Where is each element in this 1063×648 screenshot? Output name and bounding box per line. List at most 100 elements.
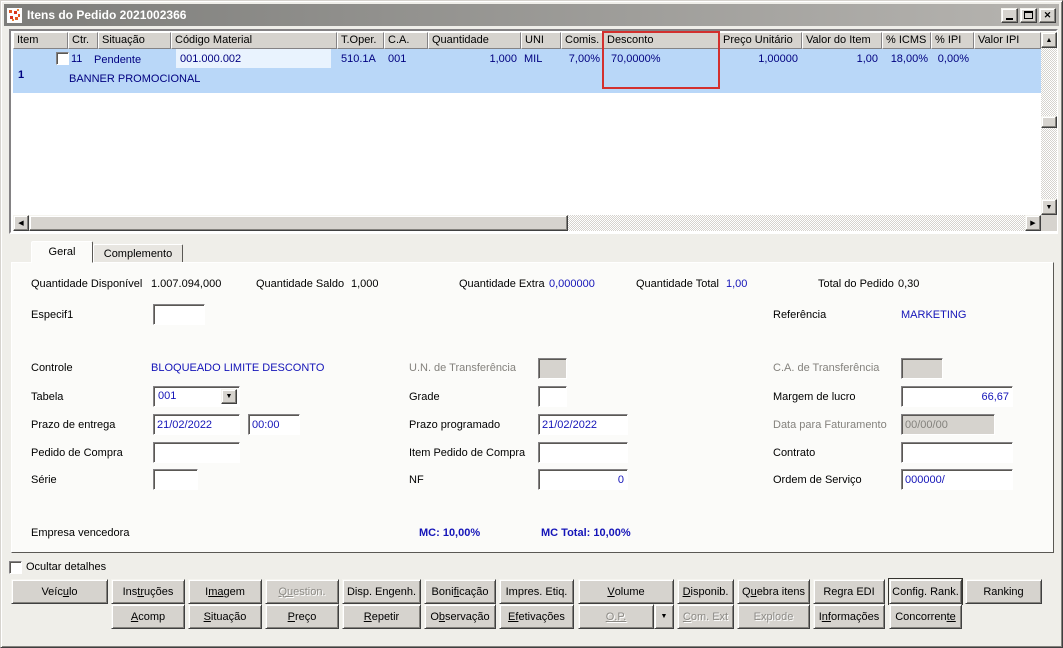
label-empresa-vencedora: Empresa vencedora	[31, 527, 130, 539]
tab-complemento[interactable]: Complemento	[93, 244, 183, 263]
cell-preco-unitario: 1,00000	[758, 53, 798, 65]
column-header-ca[interactable]: C.A.	[384, 32, 428, 49]
vertical-scrollbar[interactable]: ▲ ▼	[1041, 32, 1057, 215]
config-rank-button[interactable]: Config. Rank.	[889, 579, 962, 604]
column-header-uni[interactable]: UNI	[521, 32, 561, 49]
column-header-desconto[interactable]: Desconto	[603, 32, 719, 49]
question-button: Qu estion.	[265, 579, 339, 604]
close-button[interactable]: ✕	[1039, 7, 1056, 23]
scroll-up-button[interactable]: ▲	[1041, 32, 1057, 48]
instrucoes-button[interactable]: Ins tr uções	[111, 579, 185, 604]
label-total-do-pedido: Total do Pedido	[818, 278, 894, 290]
chevron-down-icon: ▼	[660, 613, 668, 620]
cell-uni: MIL	[524, 53, 543, 65]
label-quantidade-total: Quantidade Total	[636, 278, 719, 290]
vertical-scroll-thumb[interactable]	[1041, 116, 1057, 128]
cell-valor-item: 1,00	[856, 53, 878, 65]
column-header-item[interactable]: Item	[13, 32, 68, 49]
label-serie: Série	[31, 474, 57, 486]
disponib-button[interactable]: Disponib.	[677, 579, 734, 604]
preco-button[interactable]: Preço	[265, 604, 339, 629]
impres-etiq-button[interactable]: Impres. Etiq.	[499, 579, 574, 604]
app-icon	[7, 7, 22, 23]
label-ordem-servico: Ordem de Serviço	[773, 474, 862, 486]
label-un-transferencia: U.N. de Transferência	[409, 362, 516, 374]
cell-descricao: BANNER PROMOCIONAL	[69, 73, 201, 85]
tabela-combobox[interactable]: 001 ▼	[153, 386, 240, 407]
prazo-entrega-time-field[interactable]	[248, 414, 300, 435]
veiculo-button[interactable]: Veíc u lo	[11, 579, 108, 604]
explode-button: Explode	[737, 604, 810, 629]
label-nf: NF	[409, 474, 424, 486]
observacao-button[interactable]: Ob servação	[424, 604, 496, 629]
prazo-programado-field[interactable]	[538, 414, 628, 435]
scroll-right-button[interactable]: ▶	[1025, 215, 1041, 231]
value-quantidade-disponivel: 1.007.094,000	[151, 278, 222, 290]
column-header-ipi[interactable]: % IPI	[931, 32, 974, 49]
column-header-situacao[interactable]: Situação	[98, 32, 171, 49]
column-header-codigo-material[interactable]: Código Material	[171, 32, 337, 49]
ocultar-detalhes-checkbox[interactable]	[9, 561, 22, 574]
scrollbar-corner	[1041, 215, 1057, 231]
quebra-itens-button[interactable]: Qu ebra itens	[737, 579, 810, 604]
especif1-field[interactable]	[153, 304, 205, 325]
regra-edi-button[interactable]: Re g ra EDI	[813, 579, 885, 604]
column-header-toper[interactable]: T.Oper.	[337, 32, 384, 49]
ranking-button[interactable]: Ranking	[965, 579, 1042, 604]
column-header-preco-unitario[interactable]: Preço Unitário	[719, 32, 802, 49]
concorrente-button[interactable]: Concorren te	[889, 604, 962, 629]
maximize-button[interactable]	[1020, 7, 1037, 23]
minimize-button[interactable]	[1001, 7, 1018, 23]
column-header-quantidade[interactable]: Quantidade	[428, 32, 521, 49]
grade-field[interactable]	[538, 386, 567, 407]
row-checkbox[interactable]	[56, 52, 69, 65]
cell-desconto: 70,0000%	[611, 53, 661, 65]
label-quantidade-disponivel: Quantidade Disponível	[31, 278, 143, 290]
label-prazo-entrega: Prazo de entrega	[31, 419, 116, 431]
op-dropdown-button[interactable]: ▼	[654, 604, 674, 629]
grid-row-selected[interactable]: 1 11 Pendente 001.000.002 510.1A 001 1,0…	[13, 49, 1041, 93]
column-header-valor-do-item[interactable]: Valor do Item	[802, 32, 882, 49]
op-button: O.P.	[578, 604, 654, 629]
label-data-faturamento: Data para Faturamento	[773, 419, 887, 431]
pedido-compra-field[interactable]	[153, 442, 240, 463]
serie-field[interactable]	[153, 469, 198, 490]
column-header-ctr[interactable]: Ctr.	[68, 32, 98, 49]
acomp-button[interactable]: Acomp	[111, 604, 185, 629]
mc-total-value: MC Total: 10,00%	[541, 527, 631, 539]
ordem-servico-field[interactable]	[901, 469, 1013, 490]
volume-button[interactable]: Volume	[578, 579, 674, 604]
label-tabela: Tabela	[31, 391, 64, 403]
label-margem-lucro: Margem de lucro	[773, 391, 856, 403]
disp-engenh-button[interactable]: Disp. Engenh.	[342, 579, 421, 604]
nf-field[interactable]	[538, 469, 628, 490]
value-total-do-pedido: 0,30	[898, 278, 920, 290]
column-header-icms[interactable]: % ICMS	[882, 32, 931, 49]
informacoes-button[interactable]: Inf ormações	[813, 604, 885, 629]
horizontal-scrollbar[interactable]: ◀ ▶	[13, 215, 1041, 231]
bonificacao-button[interactable]: Boni fi cação	[424, 579, 496, 604]
item-pedido-compra-field[interactable]	[538, 442, 628, 463]
prazo-entrega-date-field[interactable]	[153, 414, 240, 435]
contrato-field[interactable]	[901, 442, 1013, 463]
repetir-button[interactable]: Repetir	[342, 604, 421, 629]
horizontal-scroll-thumb[interactable]	[29, 215, 568, 231]
tab-complemento-label: Complemento	[103, 247, 173, 260]
cell-toper: 510.1A	[341, 53, 376, 65]
scroll-down-button[interactable]: ▼	[1041, 199, 1057, 215]
margem-lucro-field[interactable]	[901, 386, 1013, 407]
label-item-pedido-compra: Item Pedido de Compra	[409, 447, 526, 459]
tab-geral[interactable]: Geral	[31, 241, 93, 263]
efetivacoes-button[interactable]: Ef etivações	[499, 604, 574, 629]
un-transferencia-field	[538, 358, 567, 379]
ca-transferencia-field	[901, 358, 943, 379]
imagem-button[interactable]: Ima gem	[188, 579, 262, 604]
situacao-button[interactable]: Situação	[188, 604, 262, 629]
scroll-left-button[interactable]: ◀	[13, 215, 29, 231]
cell-quantidade: 1,000	[489, 53, 517, 65]
label-pedido-compra: Pedido de Compra	[31, 447, 123, 459]
column-header-valor-ipi[interactable]: Valor IPI	[974, 32, 1041, 49]
cell-icms: 18,00%	[890, 53, 928, 65]
tabela-dropdown-button[interactable]: ▼	[221, 389, 237, 404]
column-header-comis[interactable]: Comis.	[561, 32, 603, 49]
